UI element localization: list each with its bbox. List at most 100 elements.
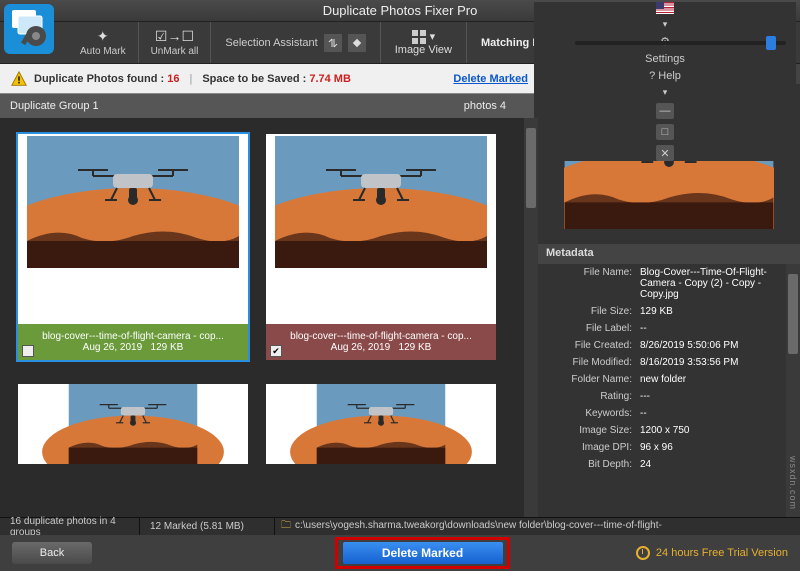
warning-icon	[10, 70, 28, 88]
clock-icon	[636, 546, 650, 560]
card-filename: blog-cover---time-of-flight-camera - cop…	[42, 331, 224, 342]
metadata-value: 1200 x 750	[640, 425, 792, 436]
grid-icon	[412, 30, 426, 44]
card-date: Aug 26, 2019	[331, 342, 391, 353]
card-checkbox[interactable]: ✔	[270, 345, 282, 357]
settings-link[interactable]: Settings	[645, 53, 685, 65]
help-link[interactable]: ? Help	[649, 70, 681, 82]
card-checkbox[interactable]	[22, 345, 34, 357]
photo-thumbnail	[18, 134, 248, 324]
metadata-row: Image DPI:96 x 96	[538, 439, 800, 456]
minimize-button[interactable]: —	[656, 103, 674, 119]
selassist-swap-button[interactable]	[324, 34, 342, 52]
metadata-value: 96 x 96	[640, 442, 792, 453]
card-footer: blog-cover---time-of-flight-camera - cop…	[18, 324, 248, 360]
uncheck-icon: ☑→☐	[155, 28, 194, 45]
back-button[interactable]: Back	[12, 542, 92, 564]
maximize-button[interactable]: □	[656, 124, 674, 140]
metadata-row: File Created:8/26/2019 5:50:06 PM	[538, 337, 800, 354]
app-logo	[4, 4, 54, 54]
scrollbar-thumb[interactable]	[526, 128, 536, 208]
help-dropdown-icon[interactable]: ▾	[663, 87, 668, 98]
automark-label: Auto Mark	[80, 46, 126, 57]
close-button[interactable]: ✕	[656, 145, 674, 161]
titlebar: Duplicate Photos Fixer Pro ▾ ⚙ Settings …	[0, 0, 800, 22]
metadata-value: --	[640, 323, 792, 334]
metadata-header: Metadata	[538, 244, 800, 264]
status-marked: 12 Marked (5.81 MB)	[140, 518, 275, 535]
metadata-key: Image Size:	[542, 425, 640, 436]
found-label: Duplicate Photos found :	[34, 73, 164, 85]
trial-notice: 24 hours Free Trial Version	[636, 546, 788, 560]
metadata-row: File Size:129 KB	[538, 303, 800, 320]
bottom-bar: Back Delete Marked 24 hours Free Trial V…	[0, 535, 800, 571]
card-footer: blog-cover---time-of-flight-camera - cop…	[266, 324, 496, 360]
info-strip: Duplicate Photos found : 16 | Space to b…	[0, 64, 538, 94]
card-filename: blog-cover---time-of-flight-camera - cop…	[290, 331, 472, 342]
unmark-label: UnMark all	[151, 46, 199, 57]
watermark: wsxdn.com	[788, 456, 798, 510]
metadata-key: Bit Depth:	[542, 459, 640, 470]
group-count: photos 4	[464, 100, 506, 112]
metadata-row: Folder Name:new folder	[538, 371, 800, 388]
automark-button[interactable]: ✦ Auto Mark	[68, 22, 139, 63]
space-label: Space to be Saved :	[202, 73, 306, 85]
metadata-key: File Modified:	[542, 357, 640, 368]
scrollbar-thumb[interactable]	[788, 274, 798, 354]
delete-marked-button[interactable]: Delete Marked	[343, 542, 503, 564]
photo-card[interactable]	[18, 384, 248, 464]
group-name: Duplicate Group 1	[10, 100, 99, 112]
lang-dropdown-icon[interactable]: ▾	[663, 19, 668, 30]
metadata-row: Keywords:--	[538, 405, 800, 422]
chevron-down-icon: ▾	[430, 30, 436, 43]
delete-highlight: Delete Marked	[335, 537, 510, 569]
photo-thumbnail	[18, 384, 248, 464]
trial-label: 24 hours Free Trial Version	[656, 547, 788, 559]
card-size: 129 KB	[151, 342, 184, 353]
app-title: Duplicate Photos Fixer Pro	[323, 3, 478, 18]
slider-thumb[interactable]	[766, 36, 776, 50]
metadata-key: Rating:	[542, 391, 640, 402]
photo-card[interactable]: blog-cover---time-of-flight-camera - cop…	[18, 134, 248, 360]
status-summary: 16 duplicate photos in 4 groups	[0, 518, 140, 535]
folder-icon: 🗀	[281, 520, 291, 531]
card-size: 129 KB	[399, 342, 432, 353]
metadata-value: Blog-Cover---Time-Of-Flight-Camera - Cop…	[640, 267, 792, 300]
metadata-value: 8/16/2019 3:53:56 PM	[640, 357, 792, 368]
image-view-button[interactable]: ▾ Image View	[381, 22, 467, 63]
metadata-value: 129 KB	[640, 306, 792, 317]
card-date: Aug 26, 2019	[83, 342, 143, 353]
metadata-key: File Name:	[542, 267, 640, 300]
status-path: 🗀c:\users\yogesh.sharma.tweakorg\downloa…	[275, 518, 800, 535]
metadata-value: 24	[640, 459, 792, 470]
metadata-key: File Created:	[542, 340, 640, 351]
space-value: 7.74 MB	[309, 73, 351, 85]
metadata-key: Image DPI:	[542, 442, 640, 453]
metadata-key: File Size:	[542, 306, 640, 317]
selection-assistant: Selection Assistant	[211, 22, 380, 63]
matching-slider[interactable]	[575, 41, 786, 45]
thumbnail-area: blog-cover---time-of-flight-camera - cop…	[0, 118, 538, 517]
metadata-value: --	[640, 408, 792, 419]
lang-flag-icon[interactable]	[656, 2, 674, 14]
imgview-label: Image View	[395, 44, 452, 56]
selassist-diamond-button[interactable]	[348, 34, 366, 52]
photo-card[interactable]	[266, 384, 496, 464]
found-count: 16	[167, 73, 179, 85]
metadata-row: File Modified:8/16/2019 3:53:56 PM	[538, 354, 800, 371]
photo-card[interactable]: blog-cover---time-of-flight-camera - cop…	[266, 134, 496, 360]
delete-marked-link[interactable]: Delete Marked	[453, 73, 528, 85]
metadata-value: new folder	[640, 374, 792, 385]
vertical-scrollbar[interactable]	[524, 118, 538, 517]
status-bar: 16 duplicate photos in 4 groups 12 Marke…	[0, 517, 800, 535]
wand-icon: ✦	[97, 28, 109, 45]
metadata-row: Image Size:1200 x 750	[538, 422, 800, 439]
selassist-label: Selection Assistant	[225, 37, 317, 49]
metadata-value: ---	[640, 391, 792, 402]
metadata-key: Folder Name:	[542, 374, 640, 385]
group-header: Duplicate Group 1 photos 4	[0, 94, 538, 118]
unmark-button[interactable]: ☑→☐ UnMark all	[139, 22, 212, 63]
metadata-panel: File Name:Blog-Cover---Time-Of-Flight-Ca…	[538, 264, 800, 517]
metadata-row: File Label:--	[538, 320, 800, 337]
photo-thumbnail	[266, 134, 496, 324]
